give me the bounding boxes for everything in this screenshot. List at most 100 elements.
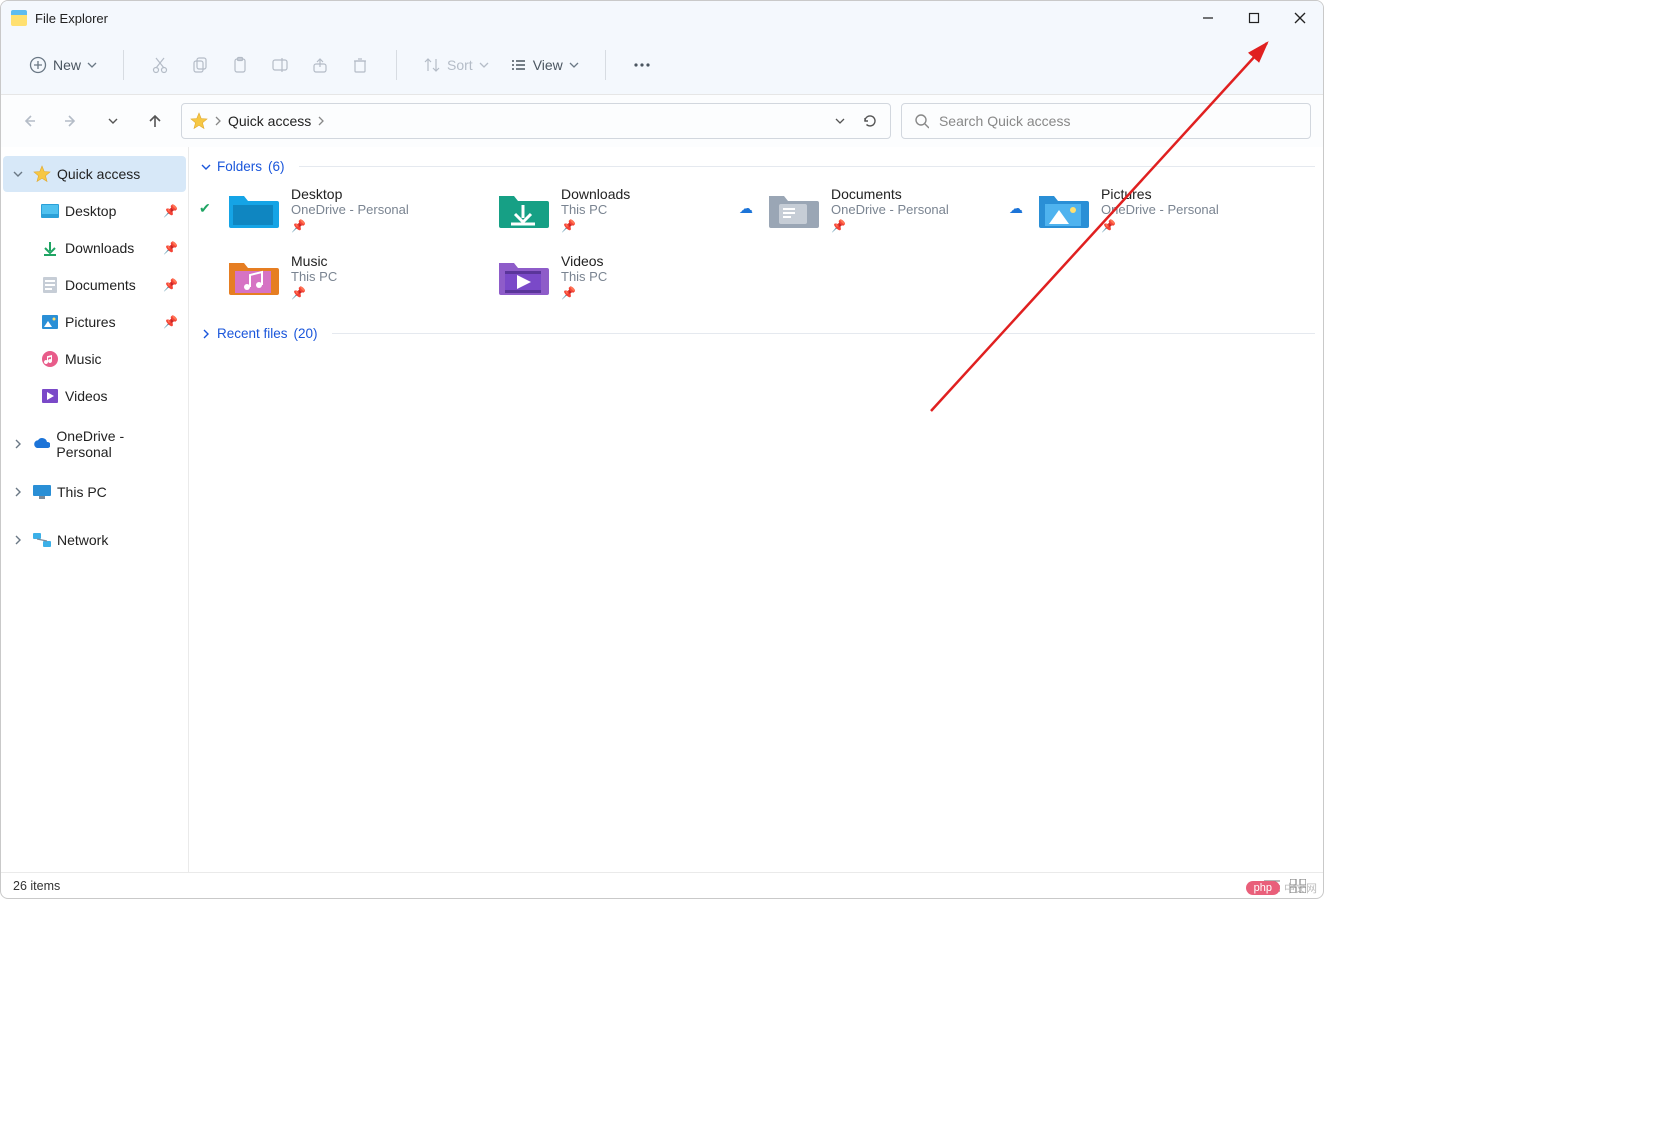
- pin-icon: 📌: [561, 286, 607, 300]
- content-pane[interactable]: Folders (6) ✔ Desktop OneDrive - Persona…: [189, 147, 1323, 872]
- folders-section-header[interactable]: Folders (6): [201, 159, 1315, 174]
- folder-tile[interactable]: Videos This PC 📌: [491, 247, 761, 306]
- folder-location: This PC: [561, 269, 607, 284]
- maximize-button[interactable]: [1231, 1, 1277, 35]
- sidebar-item-label: Videos: [65, 388, 108, 404]
- breadcrumb-item[interactable]: Quick access: [228, 113, 311, 129]
- plus-circle-icon: [29, 56, 47, 74]
- pictures-icon: [42, 315, 58, 329]
- folder-name: Documents: [831, 186, 949, 202]
- view-button[interactable]: View: [501, 47, 587, 83]
- star-icon: [33, 165, 51, 183]
- music-folder-icon: [225, 255, 281, 299]
- paste-button[interactable]: [222, 47, 258, 83]
- folder-name: Downloads: [561, 186, 630, 202]
- sidebar-item-quick-access[interactable]: Quick access: [3, 156, 186, 192]
- more-button[interactable]: [624, 47, 660, 83]
- music-icon: [42, 351, 58, 367]
- close-button[interactable]: [1277, 1, 1323, 35]
- section-count: (6): [268, 159, 285, 174]
- back-button[interactable]: [13, 105, 45, 137]
- pin-icon: 📌: [1101, 219, 1219, 233]
- address-dropdown-button[interactable]: [828, 109, 852, 133]
- folder-tile[interactable]: ☁ Documents OneDrive - Personal 📌: [761, 180, 1031, 239]
- pin-icon: 📌: [561, 219, 630, 233]
- sidebar-item-documents[interactable]: Documents 📌: [31, 267, 186, 303]
- sidebar-item-desktop[interactable]: Desktop 📌: [31, 193, 186, 229]
- titlebar: File Explorer: [1, 1, 1323, 35]
- recent-section-header[interactable]: Recent files (20): [201, 326, 1315, 341]
- sidebar-item-videos[interactable]: Videos: [31, 378, 186, 414]
- sort-button[interactable]: Sort: [415, 47, 497, 83]
- videos-icon: [42, 389, 58, 403]
- window-title: File Explorer: [35, 11, 108, 26]
- sidebar-item-label: Desktop: [65, 203, 116, 219]
- view-icon: [509, 56, 527, 74]
- folder-location: OneDrive - Personal: [1101, 202, 1219, 217]
- toolbar: New: [1, 35, 1323, 95]
- sidebar-item-thispc[interactable]: This PC: [3, 474, 186, 510]
- sidebar-item-label: Network: [57, 532, 108, 548]
- folder-tile[interactable]: Music This PC 📌: [221, 247, 491, 306]
- sidebar-item-label: OneDrive - Personal: [56, 428, 178, 460]
- folder-tile[interactable]: ☁ Pictures OneDrive - Personal 📌: [1031, 180, 1301, 239]
- minimize-button[interactable]: [1185, 1, 1231, 35]
- downloads-icon: [42, 240, 58, 256]
- chevron-down-icon: [108, 116, 118, 126]
- sidebar-item-onedrive[interactable]: OneDrive - Personal: [3, 426, 186, 462]
- folder-location: This PC: [291, 269, 337, 284]
- file-explorer-window: File Explorer New: [0, 0, 1324, 899]
- search-icon: [914, 113, 929, 129]
- pin-icon: 📌: [831, 219, 949, 233]
- folder-location: This PC: [561, 202, 630, 217]
- cut-button[interactable]: [142, 47, 178, 83]
- delete-button[interactable]: [342, 47, 378, 83]
- share-icon: [311, 56, 329, 74]
- pin-icon: 📌: [163, 278, 178, 292]
- sidebar-item-pictures[interactable]: Pictures 📌: [31, 304, 186, 340]
- downloads-folder-icon: [495, 188, 551, 232]
- sidebar-item-label: Music: [65, 351, 102, 367]
- copy-button[interactable]: [182, 47, 218, 83]
- trash-icon: [351, 56, 369, 74]
- navigation-pane[interactable]: Quick access Desktop 📌 Downloads 📌 Docum…: [1, 147, 189, 872]
- documents-icon: [43, 277, 57, 293]
- thumbnails-view-icon: [1290, 879, 1306, 893]
- new-button[interactable]: New: [21, 47, 105, 83]
- forward-button[interactable]: [55, 105, 87, 137]
- pin-icon: 📌: [163, 315, 178, 329]
- address-bar[interactable]: Quick access: [181, 103, 891, 139]
- share-button[interactable]: [302, 47, 338, 83]
- search-input[interactable]: [939, 113, 1298, 129]
- section-label: Folders: [217, 159, 262, 174]
- details-view-button[interactable]: [1259, 875, 1285, 897]
- refresh-button[interactable]: [858, 109, 882, 133]
- sort-button-label: Sort: [447, 57, 473, 73]
- sidebar-item-network[interactable]: Network: [3, 522, 186, 558]
- cloud-icon: [32, 438, 50, 450]
- navigation-row: Quick access: [1, 95, 1323, 147]
- rename-button[interactable]: [262, 47, 298, 83]
- folder-tile[interactable]: Downloads This PC 📌: [491, 180, 761, 239]
- star-icon: [190, 112, 208, 130]
- chevron-right-icon: [13, 535, 23, 545]
- sidebar-item-downloads[interactable]: Downloads 📌: [31, 230, 186, 266]
- chevron-right-icon: [317, 115, 325, 127]
- chevron-right-icon: [13, 487, 23, 497]
- cut-icon: [151, 56, 169, 74]
- copy-icon: [191, 56, 209, 74]
- recent-dropdown-button[interactable]: [97, 105, 129, 137]
- arrow-left-icon: [21, 113, 37, 129]
- folder-tile[interactable]: ✔ Desktop OneDrive - Personal 📌: [221, 180, 491, 239]
- search-box[interactable]: [901, 103, 1311, 139]
- sort-icon: [423, 56, 441, 74]
- pin-icon: 📌: [291, 286, 337, 300]
- thumbnails-view-button[interactable]: [1285, 875, 1311, 897]
- pictures-folder-icon: ☁: [1035, 188, 1091, 232]
- up-button[interactable]: [139, 105, 171, 137]
- sidebar-item-music[interactable]: Music: [31, 341, 186, 377]
- folder-location: OneDrive - Personal: [831, 202, 949, 217]
- chevron-right-icon: [13, 439, 23, 449]
- network-icon: [33, 533, 51, 547]
- chevron-down-icon: [87, 60, 97, 70]
